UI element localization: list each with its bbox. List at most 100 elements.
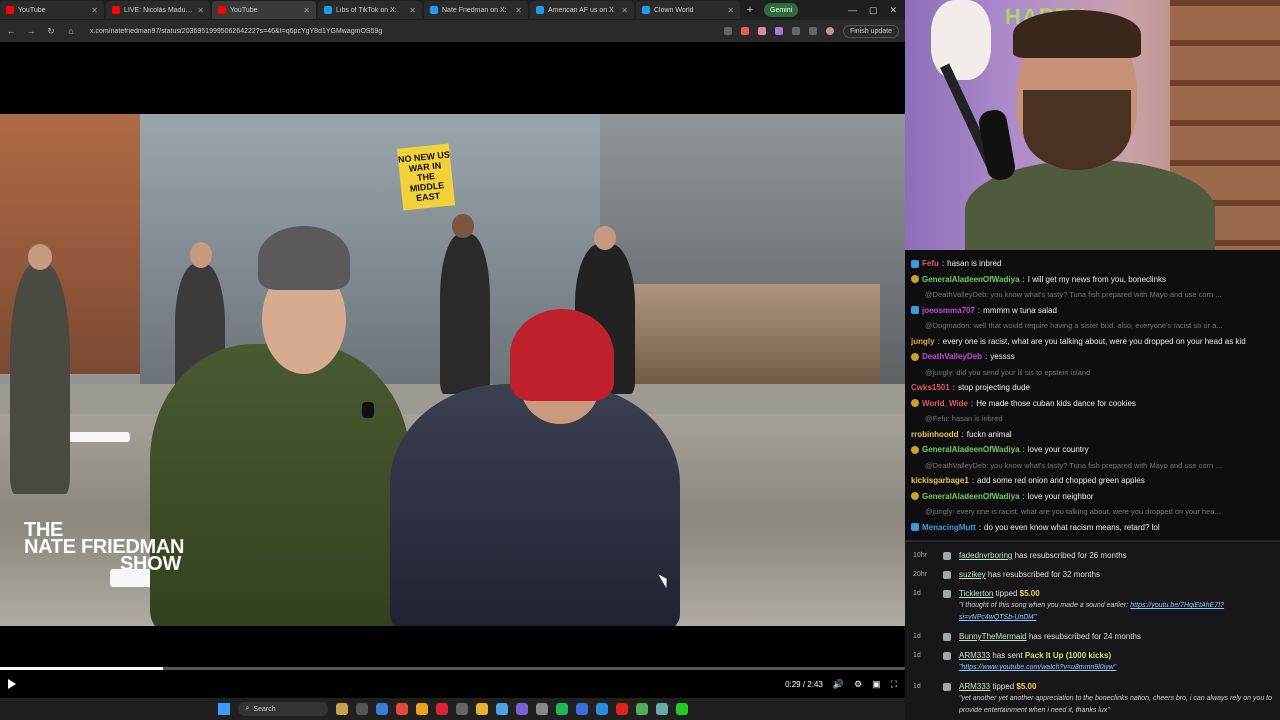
browser-tab[interactable]: YouTube ✕ (0, 1, 104, 19)
event-username[interactable]: ARM333 (959, 651, 990, 660)
taskbar-app-icon[interactable] (335, 703, 348, 715)
browser-tab[interactable]: American AF us on X ✕ (530, 1, 634, 19)
taskbar-app-icon[interactable] (495, 703, 508, 715)
video-player[interactable]: NO NEW US WAR IN THE MIDDLE EAST THE NAT… (0, 42, 905, 698)
event-username[interactable]: BunnyTheMermaid (959, 632, 1027, 641)
tab-favicon-icon (536, 6, 544, 14)
taskbar-app-icon[interactable] (395, 703, 408, 715)
chat-separator: : (1022, 274, 1025, 284)
chat-username[interactable]: DeathValleyDeb (922, 349, 982, 365)
tab-close-icon[interactable]: ✕ (91, 6, 98, 15)
gemini-button[interactable]: Gemini (764, 3, 799, 17)
browser-tab[interactable]: Clown World ✕ (636, 1, 740, 19)
chat-message-text: hasan is inbred (947, 259, 1002, 268)
taskbar-app-icon[interactable] (615, 703, 628, 715)
close-window-icon[interactable]: ✕ (889, 5, 897, 16)
taskbar-app-icon[interactable] (635, 703, 648, 715)
extension-icon[interactable] (808, 27, 817, 35)
chat-separator: : (977, 305, 981, 315)
taskbar-app-icon[interactable] (355, 703, 368, 715)
chat-reply-context: @Dogmadon: well that would require havin… (925, 321, 1223, 330)
chat-username[interactable]: jungly (911, 334, 935, 350)
event-item: 1d BunnyTheMermaid has resubscribed for 2… (913, 631, 1272, 642)
taskbar-app-icon[interactable] (575, 703, 588, 715)
chat-username[interactable]: World_Wide (922, 396, 968, 412)
taskbar-app-icon[interactable] (675, 703, 688, 715)
taskbar-app-icon[interactable] (515, 703, 528, 715)
tab-close-icon[interactable]: ✕ (727, 6, 734, 15)
chat-username[interactable]: GeneralAladeenOfWadiya (922, 489, 1020, 505)
chat-username[interactable]: MenacingMutt (922, 520, 976, 536)
windows-start-icon[interactable] (217, 703, 230, 715)
event-type-icon (943, 633, 951, 641)
chat-username[interactable]: joeosmma707 (922, 303, 975, 319)
back-icon[interactable]: ← (6, 26, 16, 36)
volume-icon[interactable]: 🔊 (833, 679, 844, 690)
event-line: Ticklerton tipped $5.00 (959, 588, 1272, 599)
chat-username[interactable]: Fefu (922, 256, 939, 272)
bystander-head (452, 214, 474, 238)
tab-close-icon[interactable]: ✕ (197, 6, 204, 15)
extension-icon[interactable] (791, 27, 800, 35)
event-username[interactable]: suzikey (959, 570, 986, 579)
chat-message-text: love your country (1027, 445, 1089, 454)
extension-icon[interactable] (740, 27, 749, 35)
chat-username[interactable]: GeneralAladeenOfWadiya (922, 272, 1020, 288)
settings-icon[interactable]: ⚙ (854, 679, 862, 690)
chat-username[interactable]: Cwks1501 (911, 380, 950, 396)
tab-close-icon[interactable]: ✕ (303, 6, 310, 15)
chat-message: World_Wide: He made those cuban kids danc… (911, 396, 1274, 412)
pip-icon[interactable]: ▣ (872, 679, 881, 690)
chat-username[interactable]: rrobinhoodd (911, 427, 959, 443)
taskbar-search[interactable]: ⌕ Search (237, 702, 328, 716)
forward-icon[interactable]: → (26, 26, 36, 36)
new-tab-icon[interactable]: + (742, 4, 758, 16)
taskbar-app-icon[interactable] (655, 703, 668, 715)
chat-separator: : (1022, 445, 1025, 454)
taskbar-app-icon[interactable] (435, 703, 448, 715)
video-progress-bar[interactable] (0, 667, 905, 670)
reload-icon[interactable]: ↻ (46, 26, 56, 37)
tab-title: Clown World (654, 6, 694, 14)
tab-title: LIVE: Nicolás Maduro ap (124, 6, 193, 14)
maximize-icon[interactable]: ▢ (869, 5, 878, 16)
chat-badge-icon (911, 399, 919, 408)
event-type-icon (943, 552, 951, 560)
chat-username[interactable]: kickisgarbage1 (911, 473, 969, 489)
tab-close-icon[interactable]: ✕ (409, 6, 416, 15)
extension-icon[interactable] (723, 27, 732, 35)
chat-message-text: do you even know what racism means, reta… (984, 522, 1160, 532)
tab-close-icon[interactable]: ✕ (515, 6, 522, 15)
taskbar-app-icon[interactable] (595, 703, 608, 715)
event-username[interactable]: fadednvrboring (959, 551, 1012, 560)
extension-icon[interactable] (757, 27, 766, 35)
browser-tab[interactable]: LIVE: Nicolás Maduro ap ✕ (106, 1, 210, 19)
chat-badge-icon (911, 352, 919, 361)
event-username[interactable]: Ticklerton (959, 589, 993, 598)
url-field[interactable]: x.com/natefriedman97/status/203695199950… (86, 28, 646, 35)
play-icon[interactable] (8, 679, 16, 689)
taskbar-app-icon[interactable] (375, 703, 388, 715)
browser-tab[interactable]: Libs of TikTok on X: ✕ (318, 1, 422, 19)
taskbar-app-icon[interactable] (415, 703, 428, 715)
taskbar-app-icon[interactable] (555, 703, 568, 715)
fullscreen-icon[interactable]: ⛶ (891, 679, 897, 690)
minimize-icon[interactable]: — (848, 5, 857, 16)
browser-tab[interactable]: YouTube ✕ (212, 1, 316, 19)
finish-update-button[interactable]: Finish update (842, 24, 899, 38)
taskbar-app-icon[interactable] (475, 703, 488, 715)
event-username[interactable]: ARM333 (959, 682, 990, 691)
tab-close-icon[interactable]: ✕ (621, 6, 628, 15)
extension-icon[interactable] (774, 27, 783, 35)
chat-message: DeathValleyDeb: yessss (911, 349, 1274, 365)
browser-tab[interactable]: Nate Friedman on X: ✕ (424, 1, 528, 19)
event-link[interactable]: "https://www.youtube.com/watch?v=u8mmn9l… (959, 664, 1116, 671)
taskbar-app-icon[interactable] (535, 703, 548, 715)
chat-message-text: yessss (990, 352, 1015, 361)
taskbar-app-icon[interactable] (455, 703, 468, 715)
video-frame[interactable]: NO NEW US WAR IN THE MIDDLE EAST THE NAT… (0, 114, 905, 626)
home-icon[interactable]: ⌂ (66, 26, 76, 36)
chat-username[interactable]: GeneralAladeenOfWadiya (922, 442, 1020, 458)
profile-avatar[interactable] (825, 27, 834, 35)
tab-favicon-icon (112, 6, 120, 14)
